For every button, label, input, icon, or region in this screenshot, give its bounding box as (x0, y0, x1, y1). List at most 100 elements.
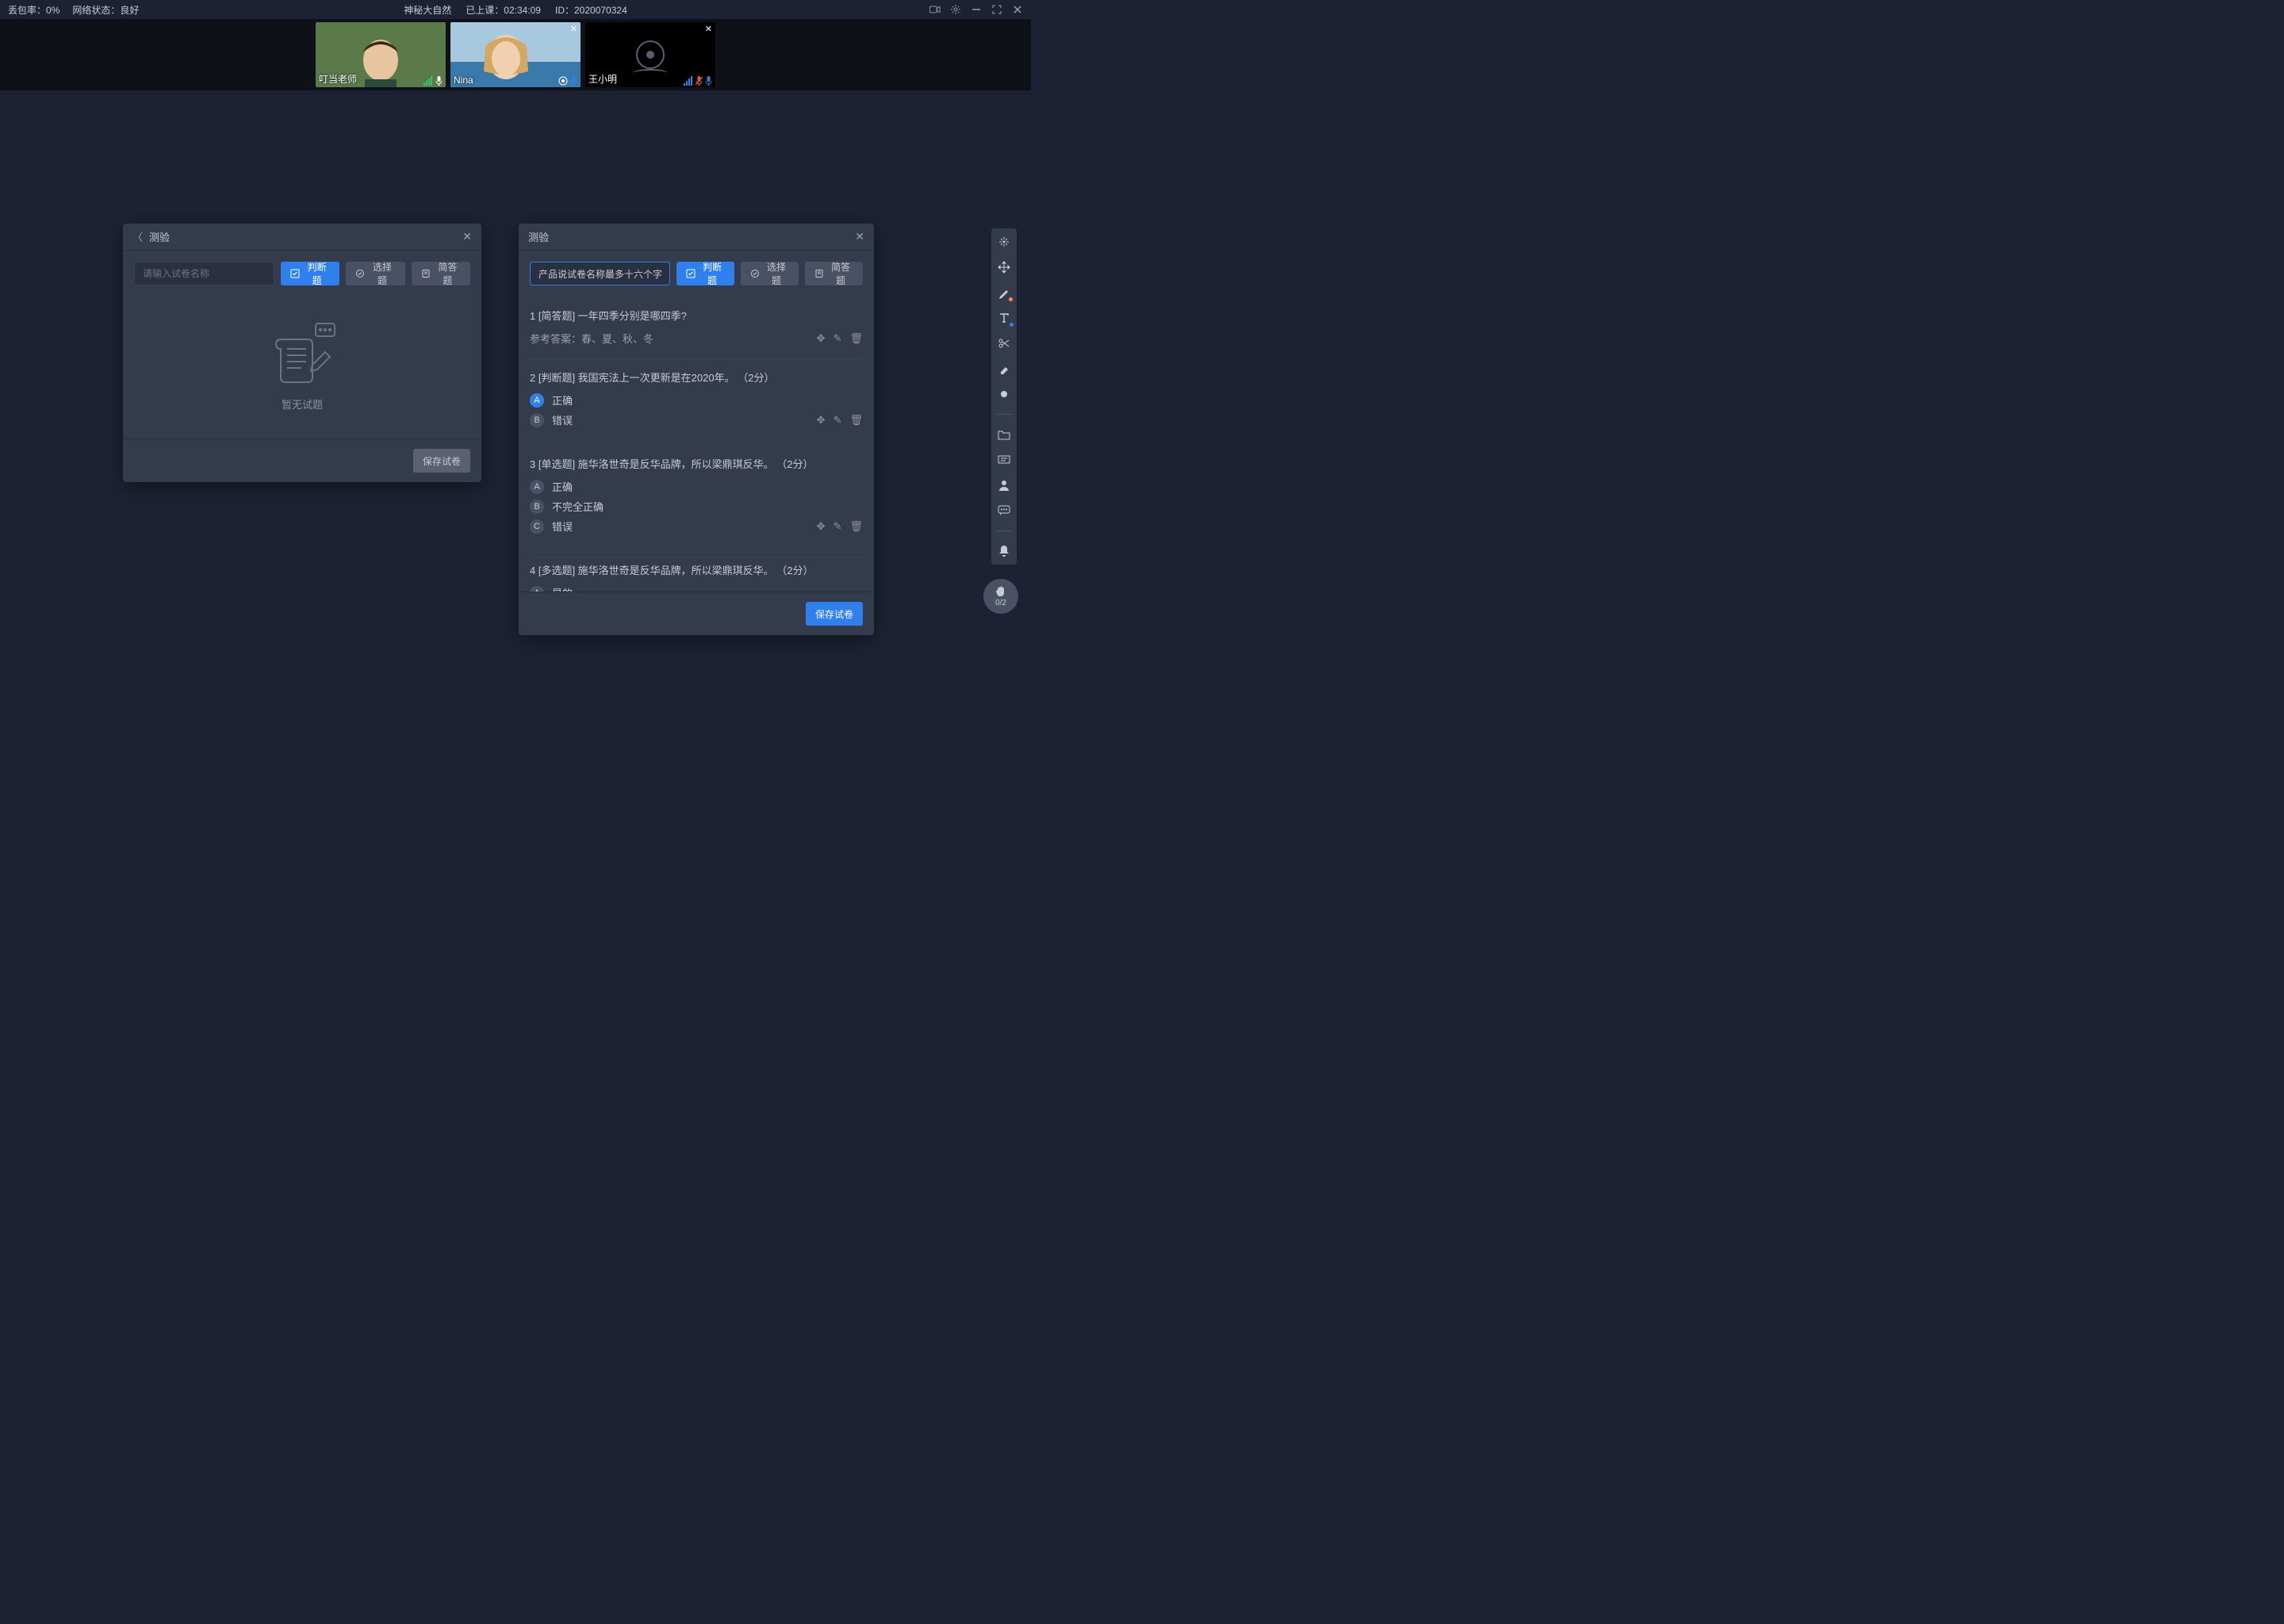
video-tile-student[interactable]: ✕ Nina (450, 22, 581, 87)
mic-muted-icon (696, 76, 703, 86)
short-icon (814, 269, 824, 278)
hand-icon (994, 585, 1007, 598)
course-title: 神秘大自然 (404, 3, 451, 17)
participants-tool-icon[interactable] (997, 478, 1011, 492)
question-item: 1 [简答题] 一年四季分别是哪四季? 参考答案：春、夏、秋、冬 ✥ ✎ 🗑 (530, 298, 863, 354)
question-item: 2 [判断题] 我国宪法上一次更新是在2020年。 （2分） A 正确 B 错误 ✥ ✎ 🗑 (530, 359, 863, 441)
edit-question-icon[interactable]: ✎ (834, 332, 842, 345)
choice-icon (355, 269, 365, 278)
delete-question-icon[interactable]: 🗑 (849, 414, 863, 427)
back-icon[interactable]: 〈 (132, 229, 143, 244)
close-window-icon[interactable] (1012, 4, 1023, 15)
edit-question-icon[interactable]: ✎ (834, 414, 842, 427)
move-question-icon[interactable]: ✥ (817, 520, 826, 533)
video-name: Nina (454, 75, 473, 86)
empty-quiz-icon (266, 322, 338, 385)
cursor-tool-icon[interactable] (997, 235, 1011, 249)
add-judge-button[interactable]: 判断题 (281, 262, 339, 285)
short-icon (421, 269, 431, 278)
option-badge: B (530, 413, 544, 427)
close-video-icon[interactable]: ✕ (570, 24, 577, 34)
quiz-panel-empty: 〈 测验 ✕ 判断题 选择题 简答题 暂无试题 保存试卷 (123, 224, 481, 482)
camera-toggle-icon[interactable] (929, 4, 941, 15)
question-option[interactable]: B 错误 ✥ ✎ 🗑 (530, 412, 863, 427)
video-tile-teacher[interactable]: 叮当老师 (316, 22, 446, 87)
eraser-tool-icon[interactable] (997, 362, 1011, 376)
question-option[interactable]: B不完全正确 (530, 499, 863, 514)
bell-tool-icon[interactable] (997, 544, 1011, 558)
add-choice-button[interactable]: 选择题 (741, 262, 799, 285)
option-text: 错误 (552, 519, 809, 534)
panel-title: 测验 (528, 229, 855, 244)
save-quiz-button[interactable]: 保存试卷 (806, 602, 863, 626)
question-option[interactable]: A 正确 (530, 479, 863, 494)
scissors-tool-icon[interactable] (997, 336, 1011, 350)
option-text: 错误 (552, 412, 809, 427)
empty-state: 暂无试题 (134, 298, 470, 427)
close-panel-icon[interactable]: ✕ (855, 230, 864, 243)
add-judge-button[interactable]: 判断题 (676, 262, 734, 285)
move-tool-icon[interactable] (997, 260, 1011, 274)
move-question-icon[interactable]: ✥ (817, 332, 826, 345)
question-option[interactable]: A是的 (530, 585, 863, 592)
pen-tool-icon[interactable] (997, 285, 1011, 300)
whiteboard-tool-icon[interactable] (997, 453, 1011, 467)
close-panel-icon[interactable]: ✕ (462, 230, 472, 243)
panel-title: 测验 (149, 229, 462, 244)
mic-icon (705, 76, 712, 86)
option-text: 正确 (552, 393, 863, 408)
option-badge: B (530, 500, 544, 514)
choice-icon (750, 269, 760, 278)
question-item: 4 [多选题] 施华洛世奇是反华品牌，所以梁鼎琪反华。 （2分）A是的B不完全正… (530, 552, 863, 592)
maximize-icon[interactable] (991, 4, 1002, 15)
question-title: 3 [单选题] 施华洛世奇是反华品牌，所以梁鼎琪反华。 （2分） (530, 456, 863, 471)
option-badge: A (530, 586, 544, 592)
close-video-icon[interactable]: ✕ (705, 24, 712, 34)
video-name: 王小明 (588, 72, 617, 86)
question-title: 1 [简答题] 一年四季分别是哪四季? (530, 308, 863, 323)
add-choice-button[interactable]: 选择题 (346, 262, 404, 285)
session-id: ID：2020070324 (555, 3, 627, 17)
hand-count: 0/2 (995, 599, 1006, 607)
option-badge: A (530, 480, 544, 494)
settings-icon[interactable] (950, 4, 961, 15)
question-title: 2 [判断题] 我国宪法上一次更新是在2020年。 （2分） (530, 370, 863, 385)
video-name: 叮当老师 (319, 72, 357, 86)
minimize-icon[interactable] (971, 4, 982, 15)
signal-icon (423, 76, 433, 86)
video-tile-student-off[interactable]: ✕ 王小明 (585, 22, 715, 87)
question-option[interactable]: C 错误 ✥ ✎ 🗑 (530, 519, 863, 534)
quiz-name-input[interactable] (134, 262, 274, 285)
move-question-icon[interactable]: ✥ (817, 414, 826, 427)
quiz-panel-filled: 测验 ✕ 判断题 选择题 简答题 1 [简答题] 一年四季分别是哪四季? 参考答案… (519, 224, 874, 635)
packet-loss: 丢包率：0% (8, 3, 59, 17)
quiz-name-input[interactable] (530, 262, 670, 285)
folder-tool-icon[interactable] (997, 427, 1011, 442)
delete-question-icon[interactable]: 🗑 (849, 332, 863, 345)
raise-hand-badge[interactable]: 0/2 (983, 579, 1018, 614)
video-strip: 叮当老师 ✕ Nina ✕ 王小明 (0, 19, 1031, 90)
target-icon (558, 76, 568, 86)
option-text: 正确 (552, 479, 863, 494)
tool-sidebar (991, 228, 1017, 565)
delete-question-icon[interactable]: 🗑 (849, 520, 863, 533)
mic-icon (570, 76, 577, 86)
option-badge: C (530, 519, 544, 534)
add-short-button[interactable]: 简答题 (412, 262, 470, 285)
elapsed-time: 已上课：02:34:09 (466, 3, 541, 17)
color-tool-icon[interactable] (997, 387, 1011, 401)
question-title: 4 [多选题] 施华洛世奇是反华品牌，所以梁鼎琪反华。 （2分） (530, 562, 863, 577)
text-tool-icon[interactable] (997, 311, 1011, 325)
camera-off-icon (636, 40, 665, 69)
top-bar: 丢包率：0% 网络状态：良好 神秘大自然 已上课：02:34:09 ID：202… (0, 0, 1031, 19)
add-short-button[interactable]: 简答题 (805, 262, 863, 285)
judge-icon (290, 269, 300, 278)
edit-question-icon[interactable]: ✎ (834, 520, 842, 533)
signal-icon (684, 76, 693, 86)
mic-icon (435, 76, 443, 86)
ref-answer: 参考答案：春、夏、秋、冬 (530, 331, 653, 346)
option-badge: A (530, 393, 544, 408)
chat-tool-icon[interactable] (997, 504, 1011, 518)
question-option[interactable]: A 正确 (530, 393, 863, 408)
save-quiz-button[interactable]: 保存试卷 (413, 449, 470, 473)
